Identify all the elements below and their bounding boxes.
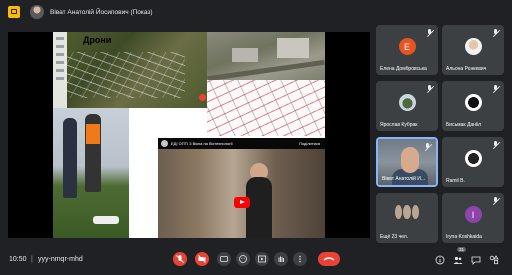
share-label[interactable]: Поділитися: [299, 141, 320, 146]
participant-tile[interactable]: E Елена Домбровська: [376, 25, 438, 75]
emoji-icon: [239, 255, 247, 263]
mic-off-icon: [426, 85, 434, 93]
mic-off-button[interactable]: [173, 252, 187, 266]
leave-call-button[interactable]: [318, 252, 340, 266]
chat-button[interactable]: [470, 253, 482, 265]
participant-group-avatars: [395, 205, 419, 219]
more-vert-icon: [299, 255, 301, 263]
aerial-photo: [207, 32, 325, 82]
activities-button[interactable]: [488, 253, 500, 265]
drone-image: [93, 216, 119, 224]
participant-avatar: E: [398, 38, 416, 55]
clock: 10:50: [9, 256, 27, 263]
participant-name: Бисьмак Данііл: [446, 122, 482, 128]
solar-panel-grid: [65, 52, 185, 98]
mic-off-icon: [426, 29, 434, 37]
mic-off-icon: [176, 255, 184, 263]
participant-avatar: [398, 94, 416, 111]
more-options-button[interactable]: [293, 252, 307, 266]
participant-avatar: I: [464, 206, 482, 223]
participant-name: Елена Домбровська: [380, 66, 427, 72]
separator: |: [31, 256, 33, 263]
workers-photo: [53, 108, 129, 238]
participant-tile[interactable]: Ярослав Кубрак: [376, 81, 438, 131]
camera-off-button[interactable]: [195, 252, 209, 266]
worker-figure-vest: [85, 114, 101, 192]
participant-name: Альона Рєнкевич: [446, 66, 487, 72]
participant-avatar: [464, 94, 482, 111]
slide-title: Дрони: [83, 35, 112, 45]
captions-button[interactable]: [217, 252, 231, 266]
participant-tile[interactable]: I Iryna Koshkaida: [442, 193, 504, 243]
mic-off-icon: [492, 141, 500, 149]
shared-screen: Дрони ЕДІ ОПТІ 3 Вікна на біотехнології …: [8, 32, 370, 238]
embedded-video[interactable]: ЕДІ ОПТІ 3 Вікна на біотехнології Поділи…: [158, 138, 325, 238]
app-side-panel: [53, 32, 67, 108]
drone-field-photo: Дрони: [53, 32, 207, 108]
site-plan-drawing: [207, 80, 325, 136]
mic-off-icon: [424, 143, 432, 151]
video-title-bar: ЕДІ ОПТІ 3 Вікна на біотехнології Поділи…: [158, 138, 325, 149]
presenter-name: Віват Анатолій Йосипович (Показ): [50, 8, 153, 16]
participant-avatar: [464, 38, 482, 55]
presentation-icon: [8, 6, 20, 18]
people-button[interactable]: [452, 253, 464, 265]
mic-off-icon: [492, 85, 500, 93]
more-participants-label: Ещё 23 чел.: [380, 234, 409, 240]
info-icon: [435, 255, 445, 265]
participant-count-badge: 31: [457, 247, 467, 252]
participant-tile-active[interactable]: Віват Анатолій Й...: [376, 137, 438, 187]
camera-off-icon: [198, 255, 206, 263]
raise-hand-button[interactable]: [274, 252, 288, 266]
hang-up-icon: [323, 257, 335, 261]
captions-icon: [220, 256, 228, 262]
participant-name: Віват Анатолій Й...: [382, 176, 426, 182]
video-frame: [158, 149, 325, 238]
presenter-avatar: [30, 5, 44, 19]
meeting-code: yyy-nmqr-mhd: [38, 256, 83, 263]
participant-tile[interactable]: Бисьмак Данііл: [442, 81, 504, 131]
mic-off-icon: [492, 197, 500, 205]
participant-avatar: [464, 150, 482, 167]
record-marker-icon: [199, 94, 206, 101]
participant-name: Iryna Koshkaida: [446, 234, 482, 240]
emoji-button[interactable]: [236, 252, 250, 266]
presentation-slide: Дрони ЕДІ ОПТІ 3 Вікна на біотехнології …: [53, 32, 325, 238]
mic-off-icon: [492, 29, 500, 37]
people-icon: [453, 256, 463, 264]
info-button[interactable]: [434, 253, 446, 265]
channel-avatar: [161, 140, 168, 147]
bottom-bar: 10:50 | yyy-nmqr-mhd 31: [0, 243, 512, 275]
play-icon[interactable]: [234, 197, 250, 208]
participant-name: Ярослав Кубрак: [380, 122, 418, 128]
video-title: ЕДІ ОПТІ 3 Вікна на біотехнології: [171, 141, 233, 146]
hand-icon: [278, 256, 284, 262]
participant-tile[interactable]: Альона Рєнкевич: [442, 25, 504, 75]
participant-tile[interactable]: Ramil B.: [442, 137, 504, 187]
person-figure: [246, 177, 272, 238]
shapes-icon: [489, 255, 499, 265]
more-participants-tile[interactable]: Ещё 23 чел.: [376, 193, 438, 243]
present-button[interactable]: [255, 252, 269, 266]
participant-name: Ramil B.: [446, 178, 465, 184]
present-screen-icon: [258, 255, 266, 263]
chat-icon: [471, 256, 481, 265]
top-bar: Віват Анатолій Йосипович (Показ): [0, 0, 512, 24]
worker-figure: [63, 118, 77, 198]
